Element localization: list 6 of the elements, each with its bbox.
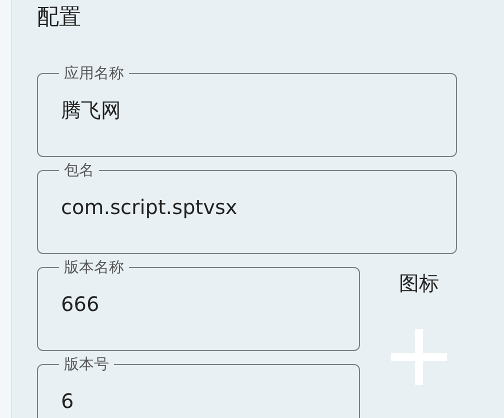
text-field[interactable]: 版本名称 666 [37,259,360,351]
text-field[interactable]: 包名 com.script.sptvsx [37,162,457,254]
icon-label: 图标 [399,271,439,295]
text-field[interactable]: 应用名称 腾飞网 [37,65,457,157]
section-title: 配置 [37,4,82,32]
text-field[interactable]: 版本号 6 [37,356,360,418]
